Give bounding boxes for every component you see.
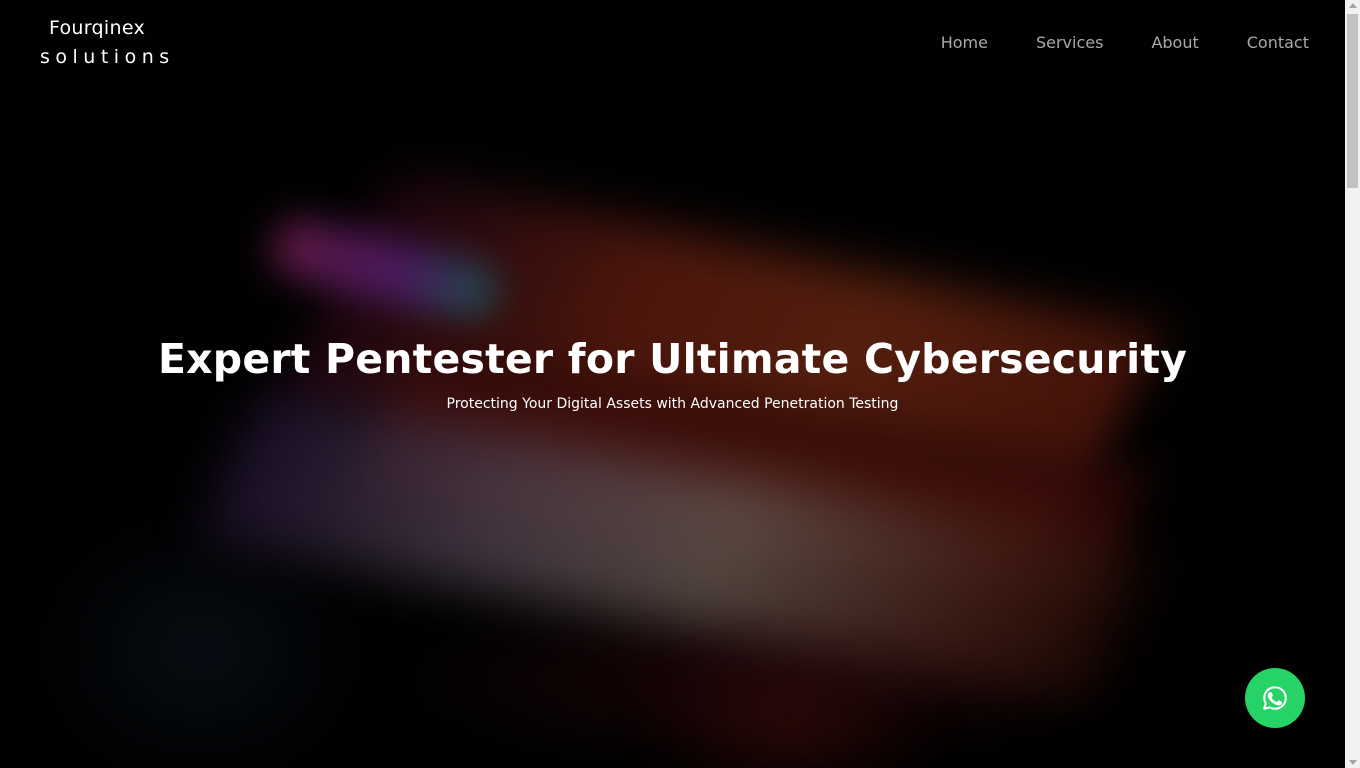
scrollbar-thumb[interactable] bbox=[1347, 14, 1358, 188]
main-nav: Home Services About Contact bbox=[941, 31, 1309, 55]
scroll-up-arrow-icon[interactable] bbox=[1349, 3, 1357, 8]
page-scrollbar[interactable] bbox=[1345, 0, 1360, 768]
whatsapp-icon bbox=[1263, 686, 1287, 710]
nav-item-about[interactable]: About bbox=[1151, 31, 1198, 55]
hero-title: Expert Pentester for Ultimate Cybersecur… bbox=[157, 335, 1188, 383]
nav-item-contact[interactable]: Contact bbox=[1247, 31, 1309, 55]
site-header: Fourqinex solutions Home Services About … bbox=[0, 0, 1345, 90]
nav-item-home[interactable]: Home bbox=[941, 31, 988, 55]
hero-section: Expert Pentester for Ultimate Cybersecur… bbox=[0, 332, 1345, 414]
page-viewport: Fourqinex solutions Home Services About … bbox=[0, 0, 1345, 768]
brand-name-line2: solutions bbox=[40, 46, 175, 68]
scroll-down-arrow-icon[interactable] bbox=[1349, 760, 1357, 765]
brand-name-line1: Fourqinex bbox=[48, 17, 146, 39]
hero-subtitle: Protecting Your Digital Assets with Adva… bbox=[446, 396, 899, 412]
brand-logo[interactable]: Fourqinex solutions bbox=[36, 14, 175, 72]
whatsapp-button[interactable] bbox=[1245, 668, 1305, 728]
nav-item-services[interactable]: Services bbox=[1036, 31, 1103, 55]
